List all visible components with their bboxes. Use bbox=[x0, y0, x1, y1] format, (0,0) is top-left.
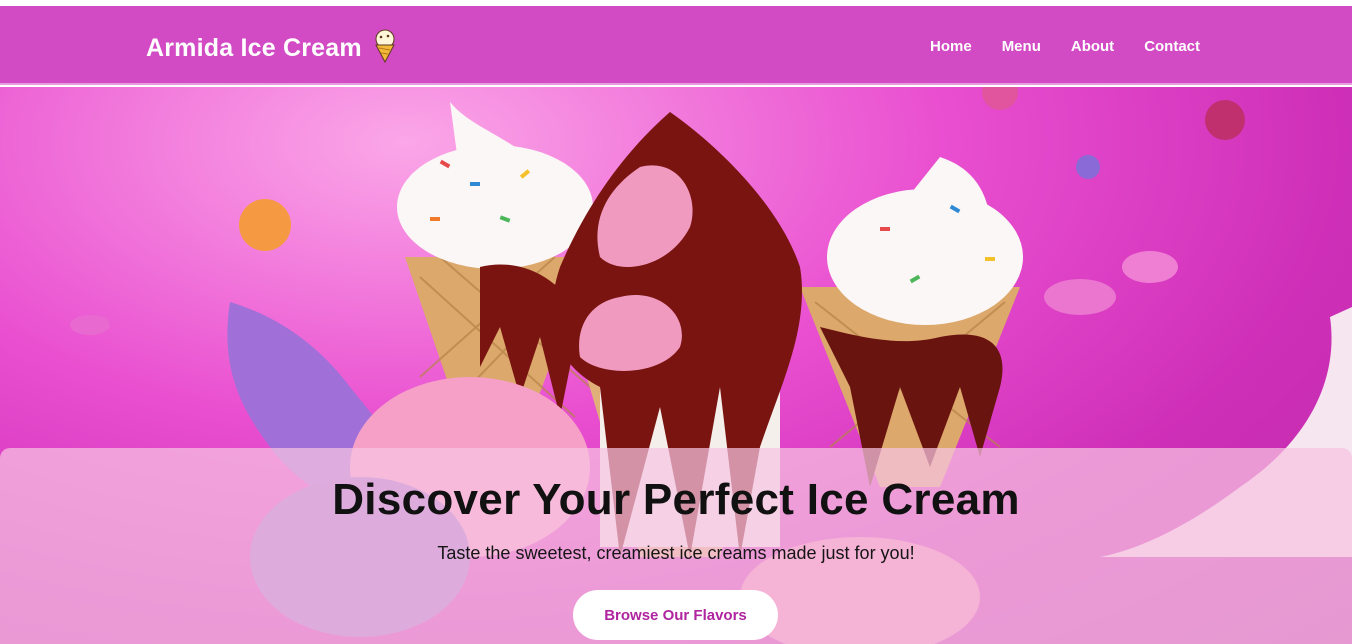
brand-name: Armida Ice Cream bbox=[146, 33, 362, 62]
nav-about-link[interactable]: About bbox=[1071, 38, 1114, 55]
browse-flavors-button[interactable]: Browse Our Flavors bbox=[573, 590, 778, 640]
ice-cream-cone-icon bbox=[372, 29, 398, 64]
main-nav: Home Menu About Contact bbox=[930, 38, 1230, 55]
navbar: Armida Ice Cream Home Menu About Contact bbox=[0, 6, 1352, 85]
nav-home-link[interactable]: Home bbox=[930, 38, 972, 55]
hero-title: Discover Your Perfect Ice Cream bbox=[332, 475, 1020, 524]
brand-logo[interactable]: Armida Ice Cream bbox=[146, 29, 398, 65]
hero-subtitle: Taste the sweetest, creamiest ice creams… bbox=[437, 543, 915, 563]
nav-menu-link[interactable]: Menu bbox=[1002, 38, 1041, 55]
nav-contact-link[interactable]: Contact bbox=[1144, 38, 1200, 55]
